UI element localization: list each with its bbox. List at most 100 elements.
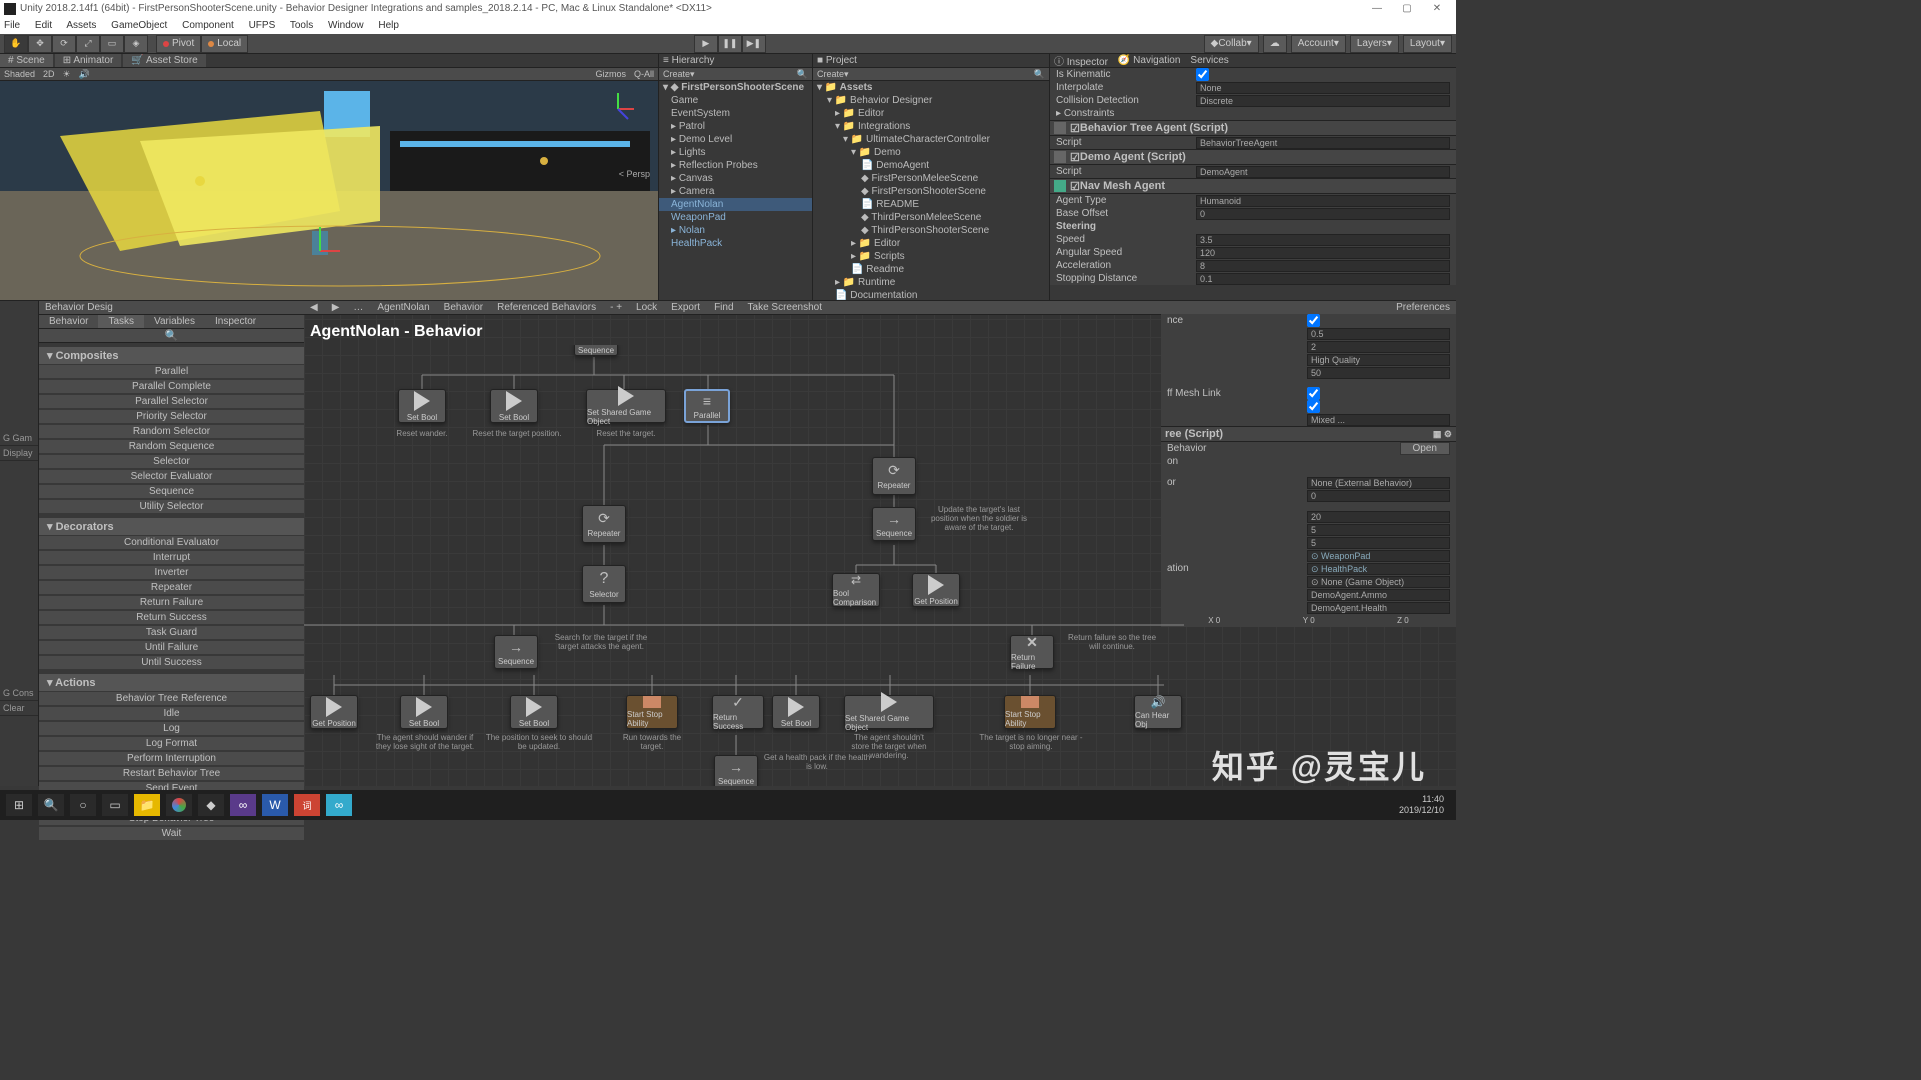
hierarchy-root[interactable]: ▾ ◆ FirstPersonShooterScene (659, 81, 812, 94)
node-row-3[interactable]: Start Stop Ability (626, 695, 678, 729)
close-button[interactable]: ✕ (1422, 0, 1452, 18)
node-parallel[interactable]: ≡Parallel (684, 389, 730, 423)
task-item[interactable]: Behavior Tree Reference (39, 692, 304, 705)
app-icon[interactable]: ∞ (326, 794, 352, 816)
bta-component[interactable]: ☑ Behavior Tree Agent (Script) (1050, 120, 1456, 136)
menu-window[interactable]: Window (328, 20, 364, 31)
project-item[interactable]: ◆ ThirdPersonMeleeScene (813, 211, 1049, 224)
hierarchy-item[interactable]: ▸ Patrol (659, 120, 812, 133)
menu-file[interactable]: File (4, 20, 20, 31)
project-create[interactable]: Create (817, 69, 844, 79)
node-sequence[interactable]: →Sequence (872, 507, 916, 541)
node-sequence-bot[interactable]: →Sequence (714, 755, 758, 786)
bd-nav-more[interactable]: … (353, 302, 363, 313)
hierarchy-item[interactable]: ▸ Lights (659, 146, 812, 159)
account-dropdown[interactable]: Account ▾ (1291, 35, 1346, 53)
hierarchy-tree[interactable]: ▾ ◆ FirstPersonShooterScene Game EventSy… (659, 81, 812, 300)
display-trunc[interactable]: Display (0, 446, 38, 461)
hierarchy-item[interactable]: ▸ Nolan (659, 224, 812, 237)
hierarchy-item[interactable]: ▸ Demo Level (659, 133, 812, 146)
node-get-position[interactable]: Get Position (912, 573, 960, 607)
task-item[interactable]: Task Guard (39, 626, 304, 639)
task-item[interactable]: Parallel Selector (39, 395, 304, 408)
search-button[interactable]: 🔍 (38, 794, 64, 816)
project-item[interactable]: 📄 README (813, 198, 1049, 211)
menu-component[interactable]: Component (182, 20, 234, 31)
nce-check[interactable] (1307, 314, 1320, 327)
navigation-tab[interactable]: 🧭 Navigation (1118, 55, 1181, 66)
scene-viewport[interactable]: < Persp (0, 81, 658, 300)
node-row-4[interactable]: ✓Return Success (712, 695, 764, 729)
project-item[interactable]: ▾ 📁 Behavior Designer (813, 94, 1049, 107)
project-item[interactable]: ▾ 📁 Demo (813, 146, 1049, 159)
clock[interactable]: 11:40 2019/12/10 (1399, 794, 1450, 816)
hierarchy-search[interactable]: 🔍 (797, 69, 808, 80)
bd-crumb[interactable]: Behavior (444, 302, 483, 313)
node-bool-comparison[interactable]: ⇄Bool Comparison (832, 573, 880, 607)
node-set-bool-2[interactable]: Set Bool (490, 389, 538, 423)
pause-button[interactable]: ❚❚ (718, 35, 742, 53)
project-item[interactable]: 📄 Documentation (813, 289, 1049, 300)
project-tab[interactable]: ■ Project (817, 55, 857, 66)
bd-crumb[interactable]: Referenced Behaviors (497, 302, 596, 313)
tab-scene[interactable]: # Scene (0, 54, 53, 67)
project-assets[interactable]: ▾ 📁 Assets (813, 81, 1049, 94)
project-item[interactable]: ▸ 📁 Editor (813, 107, 1049, 120)
cloud-button[interactable]: ☁ (1263, 35, 1287, 53)
bd-tab-tasks[interactable]: Tasks (98, 315, 144, 328)
angular-speed-value[interactable]: 120 (1196, 247, 1450, 259)
2d-toggle[interactable]: 2D (43, 69, 55, 79)
node-selector[interactable]: ?Selector (582, 565, 626, 603)
bd-nav-back[interactable]: ◀ (310, 302, 318, 313)
pivot-toggle[interactable]: Pivot (156, 35, 201, 53)
hierarchy-create[interactable]: Create (663, 69, 690, 79)
audio-icon[interactable]: 🔊 (79, 69, 90, 80)
clear-trunc[interactable]: Clear (0, 701, 38, 716)
menu-gameobject[interactable]: GameObject (111, 20, 167, 31)
hierarchy-item[interactable]: HealthPack (659, 237, 812, 250)
project-item[interactable]: ▸ 📁 Runtime (813, 276, 1049, 289)
task-item[interactable]: Interrupt (39, 551, 304, 564)
lighting-icon[interactable]: ☀ (63, 69, 71, 80)
maximize-button[interactable]: ▢ (1392, 0, 1422, 18)
project-search[interactable]: 🔍 (1034, 69, 1045, 80)
project-item[interactable]: ▾ 📁 Integrations (813, 120, 1049, 133)
project-item[interactable]: ▸ 📁 Editor (813, 237, 1049, 250)
acceleration-value[interactable]: 8 (1196, 260, 1450, 272)
tab-animator[interactable]: ⊞ Animator (55, 54, 122, 67)
stopping-distance-value[interactable]: 0.1 (1196, 273, 1450, 285)
dict-icon[interactable]: 词 (294, 794, 320, 816)
speed-value[interactable]: 3.5 (1196, 234, 1450, 246)
collision-value[interactable]: Discrete (1196, 95, 1450, 107)
gizmos-dropdown[interactable]: Gizmos (595, 69, 626, 79)
bd-tab-inspector[interactable]: Inspector (205, 315, 266, 328)
project-item[interactable]: 📄 Readme (813, 263, 1049, 276)
task-item[interactable]: Log Format (39, 737, 304, 750)
collab-dropdown[interactable]: ◆ Collab ▾ (1204, 35, 1259, 53)
interpolate-value[interactable]: None (1196, 82, 1450, 94)
decorators-header[interactable]: ▾ Decorators (39, 518, 304, 535)
task-item[interactable]: Random Sequence (39, 440, 304, 453)
node-row-5[interactable]: Set Bool (772, 695, 820, 729)
bd-lock[interactable]: Lock (636, 302, 657, 313)
node-row-8[interactable]: 🔊Can Hear Obj (1134, 695, 1182, 729)
menu-ufps[interactable]: UFPS (249, 20, 276, 31)
inspector-tab[interactable]: ⓘ Inspector (1054, 54, 1108, 68)
task-item[interactable]: Perform Interruption (39, 752, 304, 765)
hierarchy-item[interactable]: Game (659, 94, 812, 107)
project-item[interactable]: ◆ ThirdPersonShooterScene (813, 224, 1049, 237)
transform-tool[interactable]: ◈ (124, 35, 148, 53)
task-view-icon[interactable]: ▭ (102, 794, 128, 816)
local-toggle[interactable]: Local (201, 35, 248, 53)
bd-tab-behavior[interactable]: Behavior (39, 315, 98, 328)
node-row-1[interactable]: Set Bool (400, 695, 448, 729)
actions-header[interactable]: ▾ Actions (39, 674, 304, 691)
node-row-0[interactable]: Get Position (310, 695, 358, 729)
bd-crumb[interactable]: AgentNolan (377, 302, 429, 313)
bd-find[interactable]: Find (714, 302, 733, 313)
task-item[interactable]: Idle (39, 707, 304, 720)
task-item[interactable]: Parallel (39, 365, 304, 378)
task-item[interactable]: Priority Selector (39, 410, 304, 423)
bd-preferences[interactable]: Preferences (1396, 302, 1450, 313)
layout-dropdown[interactable]: Layout ▾ (1403, 35, 1452, 53)
